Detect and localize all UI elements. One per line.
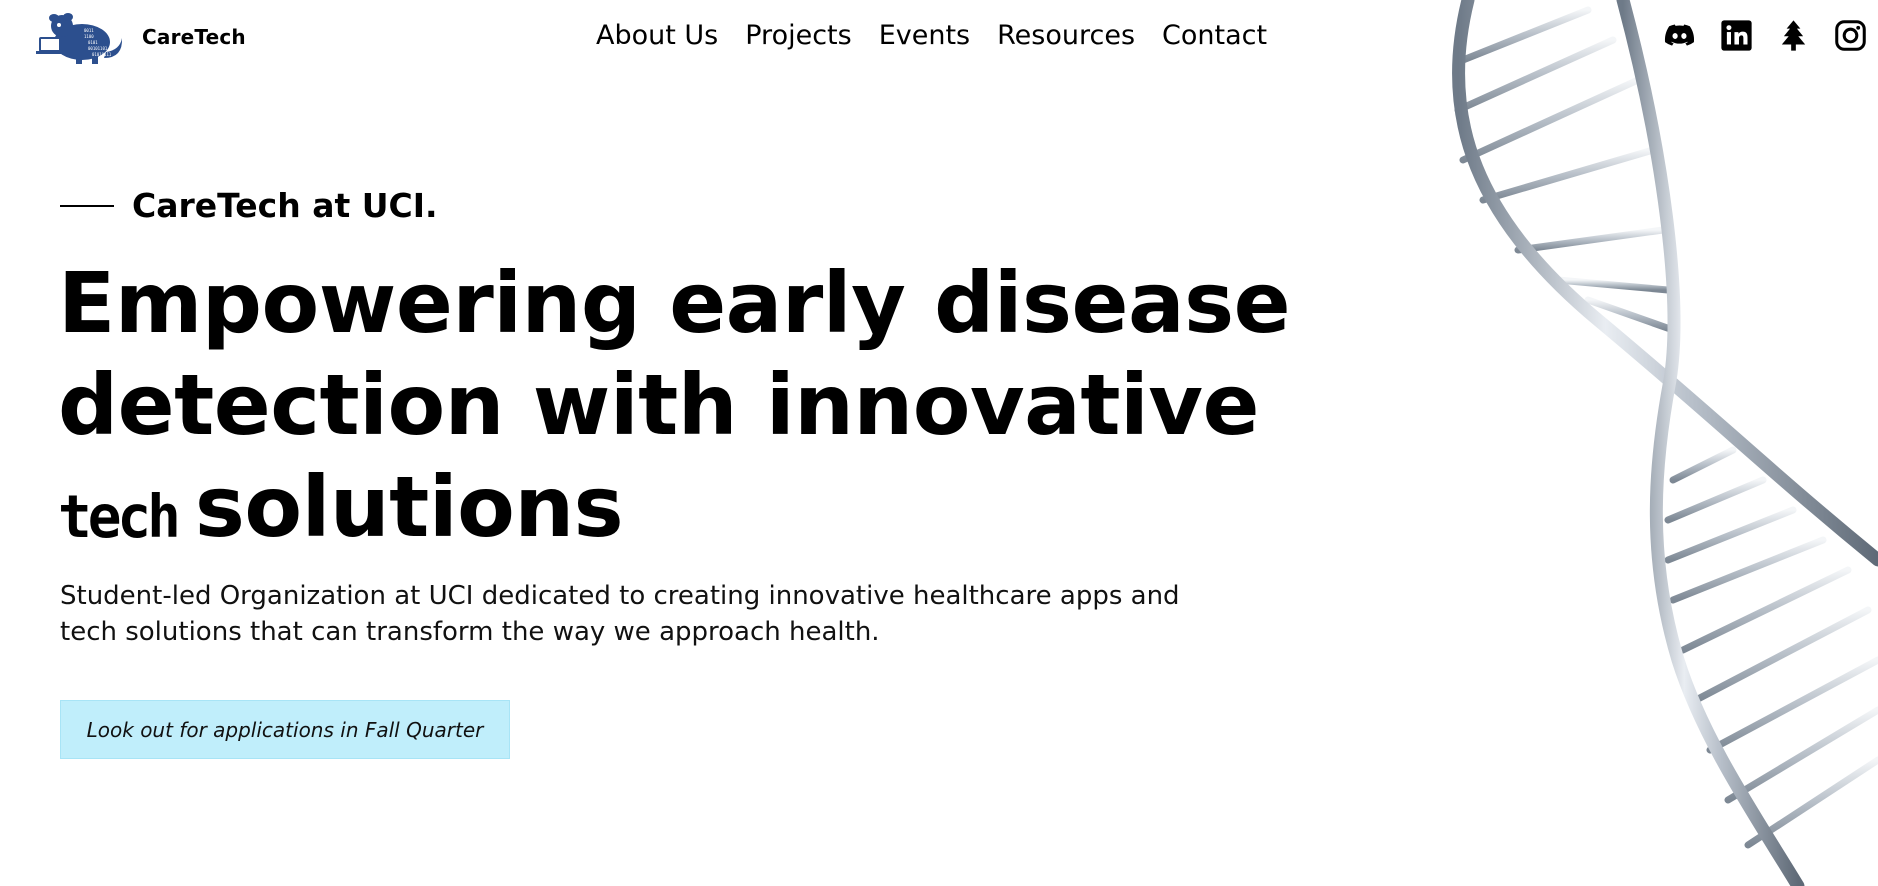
eyebrow-text: CareTech at UCI. (132, 186, 438, 225)
home-logo-link[interactable]: 0011 1100 0101 00101101 01010111 CareTec… (32, 8, 246, 66)
dna-helix-illustration (1451, 0, 1878, 886)
headline-line-1: Empowering early disease (58, 254, 1291, 352)
dna-rung (1692, 606, 1872, 704)
hero-headline: Empowering early disease detection with … (58, 252, 1291, 569)
dna-rung (1514, 226, 1667, 254)
dna-rung (1724, 706, 1878, 804)
dna-rung (1706, 656, 1878, 754)
dna-rung (1554, 276, 1672, 294)
nav-link-contact[interactable]: Contact (1162, 18, 1267, 54)
instagram-link[interactable] (1833, 18, 1868, 53)
discord-link[interactable] (1662, 18, 1697, 53)
linktree-link[interactable] (1776, 18, 1811, 53)
discord-icon (1664, 24, 1695, 46)
svg-text:01010111: 01010111 (92, 52, 112, 57)
headline-solutions-word: solutions (194, 458, 624, 556)
applications-cta-button[interactable]: Look out for applications in Fall Quarte… (60, 700, 510, 759)
dna-rung (1479, 146, 1657, 204)
tree-icon (1781, 20, 1806, 51)
hero-eyebrow: CareTech at UCI. (60, 186, 438, 226)
social-links (1662, 18, 1868, 53)
linkedin-icon (1721, 20, 1752, 51)
eyebrow-divider (60, 205, 114, 207)
nav-link-projects[interactable]: Projects (745, 18, 851, 54)
headline-tech-word: tech (58, 483, 181, 552)
nav-link-about-us[interactable]: About Us (596, 18, 718, 54)
svg-text:0011: 0011 (84, 28, 94, 33)
svg-text:0101: 0101 (88, 40, 98, 45)
dna-rung (1664, 506, 1797, 564)
dna-rung (1669, 446, 1737, 484)
dna-rung (1459, 76, 1642, 164)
main-nav: About Us Projects Events Resources Conta… (596, 18, 1267, 54)
dna-rung (1664, 476, 1767, 524)
nav-link-events[interactable]: Events (879, 18, 970, 54)
dna-rung (1459, 6, 1592, 64)
headline-line-2: detection with innovative (58, 356, 1260, 454)
svg-text:1100: 1100 (84, 34, 94, 39)
headline-line-3: tech solutions (58, 456, 1258, 569)
instagram-icon (1835, 20, 1866, 51)
dna-rung (1679, 566, 1852, 654)
cta-label: Look out for applications in Fall Quarte… (86, 717, 484, 742)
brand-name: CareTech (142, 25, 246, 49)
svg-text:00101101: 00101101 (88, 46, 108, 51)
nav-link-resources[interactable]: Resources (997, 18, 1135, 54)
caretech-logo-icon: 0011 1100 0101 00101101 01010111 (36, 13, 123, 64)
linkedin-link[interactable] (1719, 18, 1754, 53)
hero-description: Student-led Organization at UCI dedicate… (60, 581, 1180, 647)
